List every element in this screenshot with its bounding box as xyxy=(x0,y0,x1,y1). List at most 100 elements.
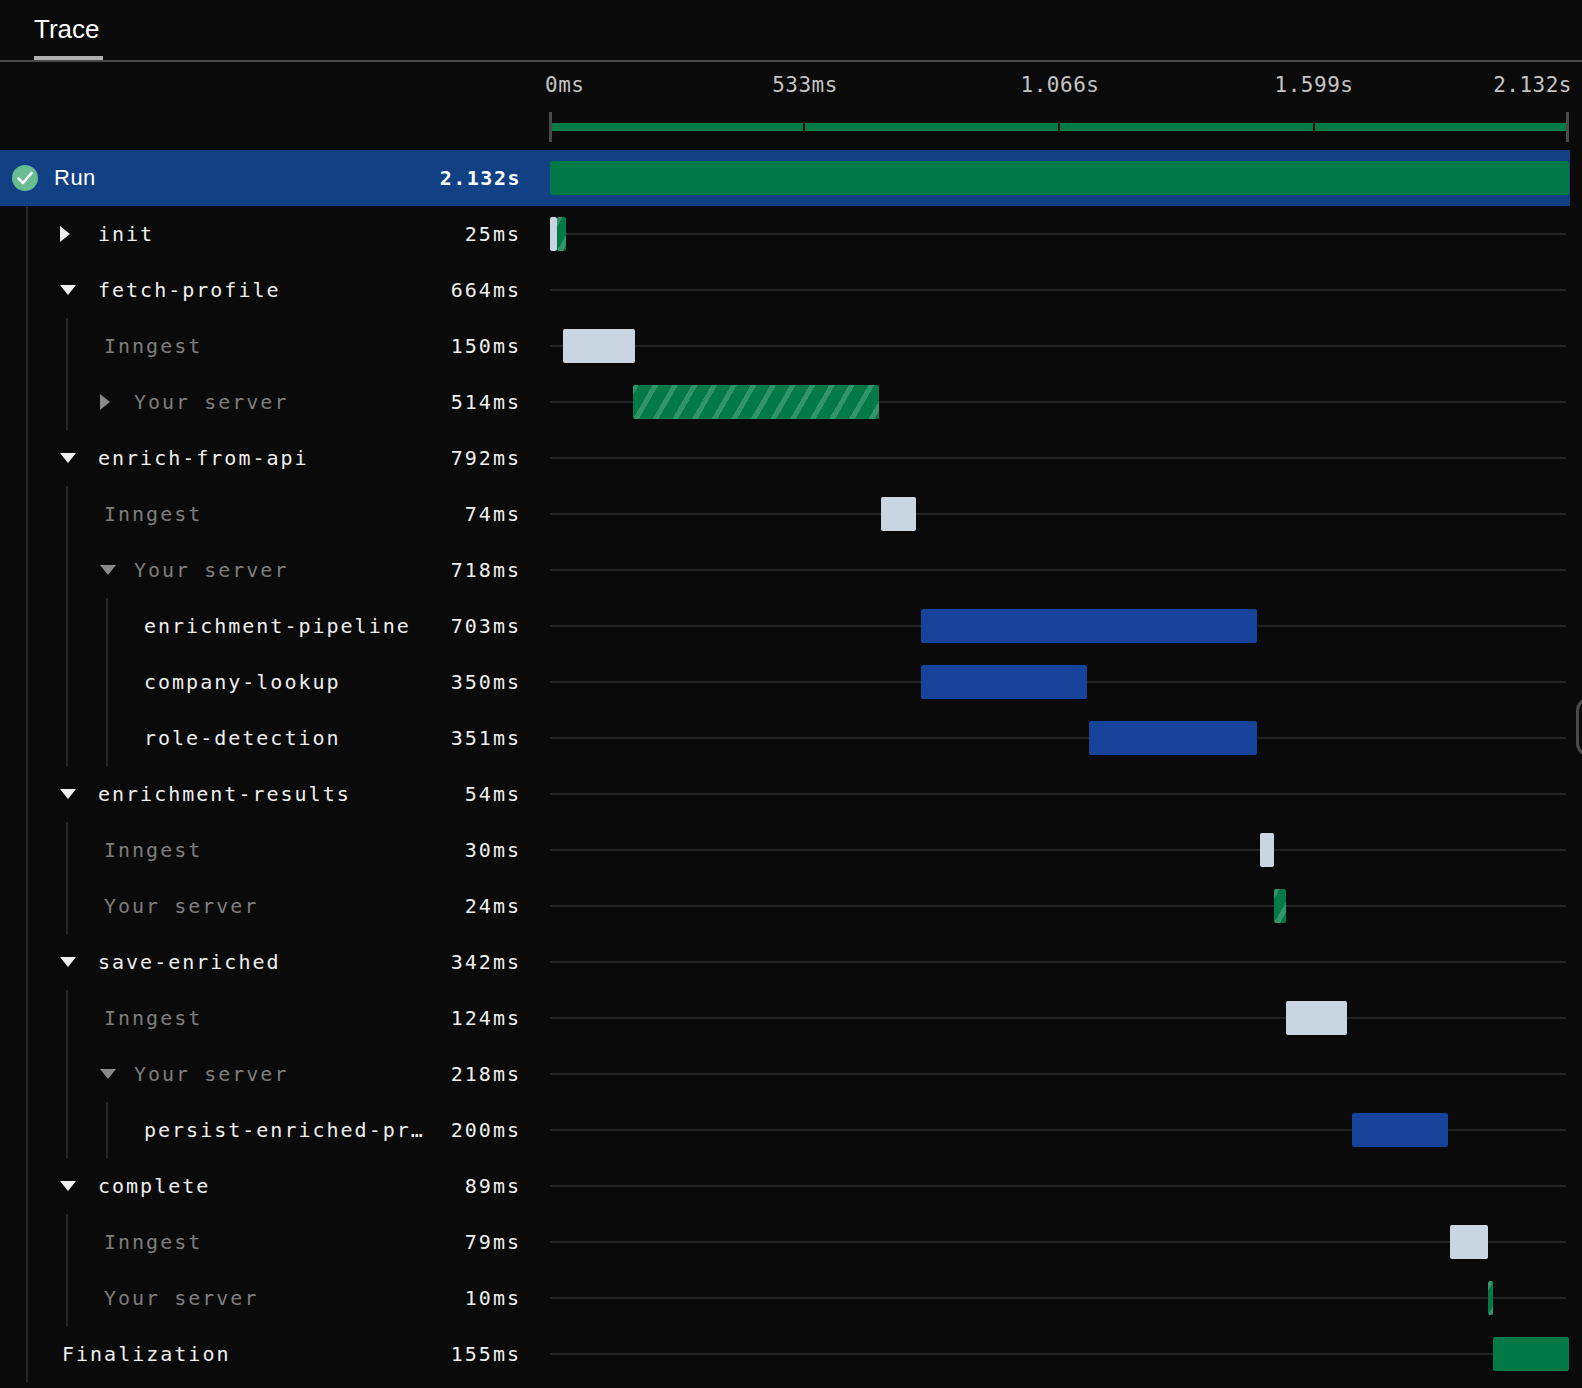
trace-row-your-server[interactable]: Your server10ms xyxy=(0,1270,1582,1326)
span-duration: 351ms xyxy=(0,726,521,750)
span-duration: 124ms xyxy=(0,1006,521,1030)
trace-rows: Run2.132sinit25msfetch-profile664msInnge… xyxy=(0,150,1582,1382)
minimap-tick-start xyxy=(549,112,552,142)
span-bar[interactable] xyxy=(1089,721,1257,755)
tree-guide-line xyxy=(106,598,108,766)
span-duration: 30ms xyxy=(0,838,521,862)
span-bar[interactable] xyxy=(633,385,879,419)
tree-guide-line xyxy=(66,990,68,1158)
trace-row-complete[interactable]: complete89ms xyxy=(0,1158,1582,1214)
span-duration: 718ms xyxy=(0,558,521,582)
tree-guide-line xyxy=(106,1102,108,1158)
span-track xyxy=(550,497,1569,531)
span-bar[interactable] xyxy=(550,161,1569,195)
timeline-axis: 0ms 533ms 1.066s 1.599s 2.132s xyxy=(0,64,1582,150)
span-track xyxy=(550,833,1569,867)
trace-row-your-server[interactable]: Your server718ms xyxy=(0,542,1582,598)
trace-row-init[interactable]: init25ms xyxy=(0,206,1582,262)
span-track xyxy=(550,441,1569,475)
span-duration: 25ms xyxy=(0,222,521,246)
axis-label-4: 2.132s xyxy=(1493,73,1572,97)
trace-row-inngest[interactable]: Inngest150ms xyxy=(0,318,1582,374)
trace-row-fetch-profile[interactable]: fetch-profile664ms xyxy=(0,262,1582,318)
span-track xyxy=(550,889,1569,923)
span-bar[interactable] xyxy=(921,609,1257,643)
span-track xyxy=(550,273,1569,307)
span-duration: 10ms xyxy=(0,1286,521,1310)
span-track xyxy=(550,1225,1569,1259)
span-duration: 2.132s xyxy=(0,166,521,190)
span-track xyxy=(550,1281,1569,1315)
timeline-minimap[interactable] xyxy=(549,112,1569,142)
span-bar[interactable] xyxy=(1352,1113,1448,1147)
span-duration: 79ms xyxy=(0,1230,521,1254)
span-track xyxy=(550,329,1569,363)
trace-row-enrichment-pipeline[interactable]: enrichment-pipeline703ms xyxy=(0,598,1582,654)
axis-label-1: 533ms xyxy=(772,73,838,97)
tab-trace-underline xyxy=(34,56,103,60)
span-track xyxy=(550,777,1569,811)
span-duration: 24ms xyxy=(0,894,521,918)
tab-bar: Trace xyxy=(0,0,1582,62)
tree-guide-line xyxy=(66,822,68,934)
span-track xyxy=(550,721,1569,755)
span-track xyxy=(550,945,1569,979)
span-duration: 664ms xyxy=(0,278,521,302)
span-bar[interactable] xyxy=(1260,833,1274,867)
axis-label-0: 0ms xyxy=(545,73,584,97)
trace-row-persist-enriched-pr-[interactable]: persist-enriched-pr…200ms xyxy=(0,1102,1582,1158)
span-track xyxy=(550,1337,1569,1371)
trace-row-inngest[interactable]: Inngest124ms xyxy=(0,990,1582,1046)
span-track xyxy=(550,1057,1569,1091)
tree-guide-line xyxy=(66,1214,68,1326)
minimap-tick-end xyxy=(1566,112,1569,142)
tree-guide-line xyxy=(66,318,68,430)
span-bar-part-1[interactable] xyxy=(557,217,567,251)
trace-row-enrich-from-api[interactable]: enrich-from-api792ms xyxy=(0,430,1582,486)
tree-guide-line xyxy=(26,206,28,1382)
span-track xyxy=(550,553,1569,587)
span-duration: 54ms xyxy=(0,782,521,806)
span-duration: 89ms xyxy=(0,1174,521,1198)
span-bar[interactable] xyxy=(1274,889,1286,923)
span-bar[interactable] xyxy=(1450,1225,1488,1259)
span-track xyxy=(550,665,1569,699)
trace-row-your-server[interactable]: Your server514ms xyxy=(0,374,1582,430)
trace-row-inngest[interactable]: Inngest79ms xyxy=(0,1214,1582,1270)
trace-row-role-detection[interactable]: role-detection351ms xyxy=(0,710,1582,766)
trace-row-save-enriched[interactable]: save-enriched342ms xyxy=(0,934,1582,990)
trace-row-your-server[interactable]: Your server218ms xyxy=(0,1046,1582,1102)
span-bar[interactable] xyxy=(1286,1001,1347,1035)
span-bar[interactable] xyxy=(881,497,916,531)
span-duration: 514ms xyxy=(0,390,521,414)
span-bar-part-0[interactable] xyxy=(550,217,557,251)
trace-row-finalization[interactable]: Finalization155ms xyxy=(0,1326,1582,1382)
span-duration: 155ms xyxy=(0,1342,521,1366)
span-track xyxy=(550,1169,1569,1203)
axis-label-3: 1.599s xyxy=(1275,73,1354,97)
span-duration: 150ms xyxy=(0,334,521,358)
trace-row-your-server[interactable]: Your server24ms xyxy=(0,878,1582,934)
minimap-tick-q3 xyxy=(1313,121,1315,133)
axis-label-2: 1.066s xyxy=(1021,73,1100,97)
trace-row-company-lookup[interactable]: company-lookup350ms xyxy=(0,654,1582,710)
minimap-tick-q2 xyxy=(1058,121,1060,133)
trace-row-run[interactable]: Run2.132s xyxy=(0,150,1570,206)
span-bar[interactable] xyxy=(563,329,635,363)
span-duration: 342ms xyxy=(0,950,521,974)
minimap-tick-q1 xyxy=(803,121,805,133)
span-track xyxy=(550,1001,1569,1035)
span-duration: 200ms xyxy=(0,1118,521,1142)
trace-row-enrichment-results[interactable]: enrichment-results54ms xyxy=(0,766,1582,822)
tab-trace[interactable]: Trace xyxy=(34,14,100,45)
trace-row-inngest[interactable]: Inngest74ms xyxy=(0,486,1582,542)
trace-row-inngest[interactable]: Inngest30ms xyxy=(0,822,1582,878)
span-track xyxy=(550,609,1569,643)
span-duration: 350ms xyxy=(0,670,521,694)
span-track xyxy=(550,161,1569,195)
span-bar[interactable] xyxy=(1493,1337,1569,1371)
span-bar[interactable] xyxy=(1488,1281,1493,1315)
span-duration: 703ms xyxy=(0,614,521,638)
span-bar[interactable] xyxy=(921,665,1087,699)
scroll-indicator[interactable] xyxy=(1576,697,1582,757)
